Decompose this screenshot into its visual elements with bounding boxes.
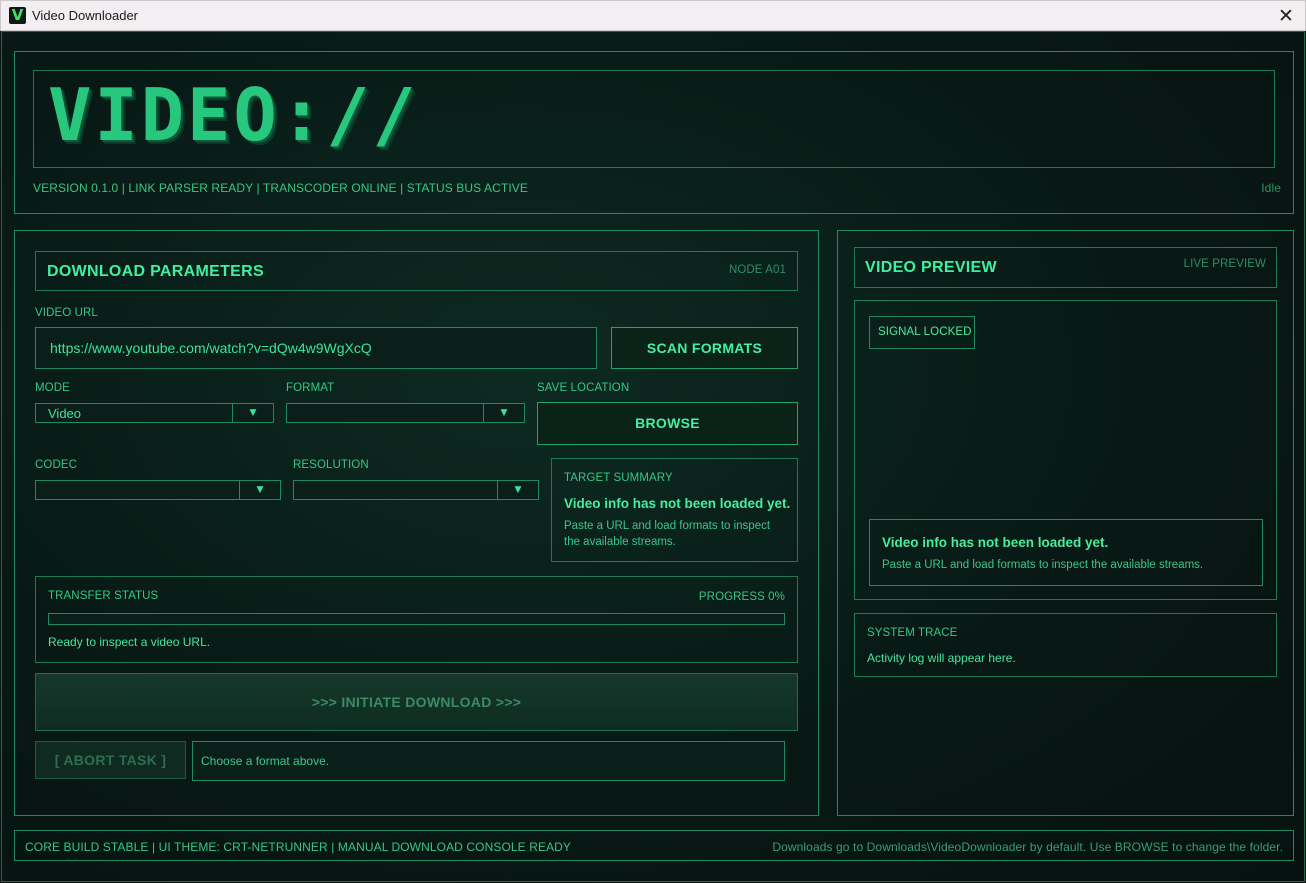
window-title: Video Downloader xyxy=(32,8,138,23)
video-preview-panel: VIDEO PREVIEW LIVE PREVIEW SIGNAL LOCKED… xyxy=(837,230,1294,816)
target-summary-title: Video info has not been loaded yet. xyxy=(564,496,791,511)
chevron-down-icon: ▼ xyxy=(483,404,524,422)
browse-button[interactable]: BROWSE xyxy=(537,402,798,445)
system-trace-text: Activity log will appear here. xyxy=(867,651,1016,665)
node-id: NODE A01 xyxy=(728,264,786,276)
preview-header: VIDEO PREVIEW LIVE PREVIEW xyxy=(854,247,1277,288)
preview-info-title: Video info has not been loaded yet. xyxy=(882,535,1109,550)
close-icon[interactable]: ✕ xyxy=(1271,2,1301,30)
params-header: DOWNLOAD PARAMETERS NODE A01 xyxy=(35,251,798,291)
chevron-down-icon: ▼ xyxy=(239,481,280,499)
params-heading: DOWNLOAD PARAMETERS xyxy=(47,263,264,280)
progress-bar xyxy=(48,613,785,625)
mode-label: MODE xyxy=(35,382,70,394)
hint-text: Choose a format above. xyxy=(201,754,330,768)
live-preview-tag: LIVE PREVIEW xyxy=(1183,258,1266,270)
save-location-label: SAVE LOCATION xyxy=(537,382,630,394)
resolution-select[interactable]: ▼ xyxy=(293,480,539,500)
scan-formats-button[interactable]: SCAN FORMATS xyxy=(611,327,798,369)
target-summary-panel: TARGET SUMMARY Video info has not been l… xyxy=(551,458,798,562)
codec-select[interactable]: ▼ xyxy=(35,480,281,500)
system-trace-panel: SYSTEM TRACE Activity log will appear he… xyxy=(854,613,1277,677)
footer-bar: CORE BUILD STABLE | UI THEME: CRT-NETRUN… xyxy=(14,830,1294,861)
download-parameters-panel: DOWNLOAD PARAMETERS NODE A01 VIDEO URL h… xyxy=(14,230,819,816)
footer-left: CORE BUILD STABLE | UI THEME: CRT-NETRUN… xyxy=(25,840,572,854)
transfer-status-label: TRANSFER STATUS xyxy=(48,590,159,602)
banner-panel: VIDEO:// VERSION 0.1.0 | LINK PARSER REA… xyxy=(14,51,1294,214)
video-url-value: https://www.youtube.com/watch?v=dQw4w9Wg… xyxy=(50,340,372,356)
signal-text: SIGNAL LOCKED xyxy=(878,326,972,338)
transfer-status-panel: TRANSFER STATUS PROGRESS 0% Ready to ins… xyxy=(35,576,798,663)
codec-label: CODEC xyxy=(35,459,78,471)
title-bar: V Video Downloader ✕ xyxy=(0,0,1306,31)
format-select[interactable]: ▼ xyxy=(286,403,525,423)
resolution-label: RESOLUTION xyxy=(293,459,369,471)
logo-art: VIDEO:// xyxy=(48,73,419,157)
signal-badge: SIGNAL LOCKED xyxy=(869,316,975,349)
abort-task-button[interactable]: [ ABORT TASK ] xyxy=(35,741,186,779)
url-label: VIDEO URL xyxy=(35,307,98,319)
chevron-down-icon: ▼ xyxy=(232,404,273,422)
preview-info-text: Paste a URL and load formats to inspect … xyxy=(882,559,1204,571)
system-trace-label: SYSTEM TRACE xyxy=(867,627,958,639)
video-url-input[interactable]: https://www.youtube.com/watch?v=dQw4w9Wg… xyxy=(35,327,597,369)
target-summary-text: Paste a URL and load formats to inspect … xyxy=(564,520,771,548)
mode-value: Video xyxy=(48,406,82,421)
preview-info-box: Video info has not been loaded yet. Past… xyxy=(869,519,1263,586)
target-summary-label: TARGET SUMMARY xyxy=(564,472,673,484)
chevron-down-icon: ▼ xyxy=(497,481,538,499)
logo-frame: VIDEO:// xyxy=(33,70,1275,168)
preview-screen: SIGNAL LOCKED Video info has not been lo… xyxy=(854,300,1277,600)
mode-select[interactable]: Video ▼ xyxy=(35,403,274,423)
hint-box: Choose a format above. xyxy=(192,741,785,781)
preview-heading: VIDEO PREVIEW xyxy=(865,259,997,276)
initiate-download-button[interactable]: >>> INITIATE DOWNLOAD >>> xyxy=(35,673,798,731)
app-logo-icon: V xyxy=(9,7,26,24)
banner-status-line: VERSION 0.1.0 | LINK PARSER READY | TRAN… xyxy=(33,181,528,195)
footer-right: Downloads go to Downloads\VideoDownloade… xyxy=(772,840,1283,854)
app-window: VIDEO:// VERSION 0.1.0 | LINK PARSER REA… xyxy=(1,31,1305,882)
progress-label: PROGRESS 0% xyxy=(698,591,785,603)
status-state: Idle xyxy=(1261,181,1281,195)
transfer-message: Ready to inspect a video URL. xyxy=(48,635,211,649)
format-label: FORMAT xyxy=(286,382,335,394)
